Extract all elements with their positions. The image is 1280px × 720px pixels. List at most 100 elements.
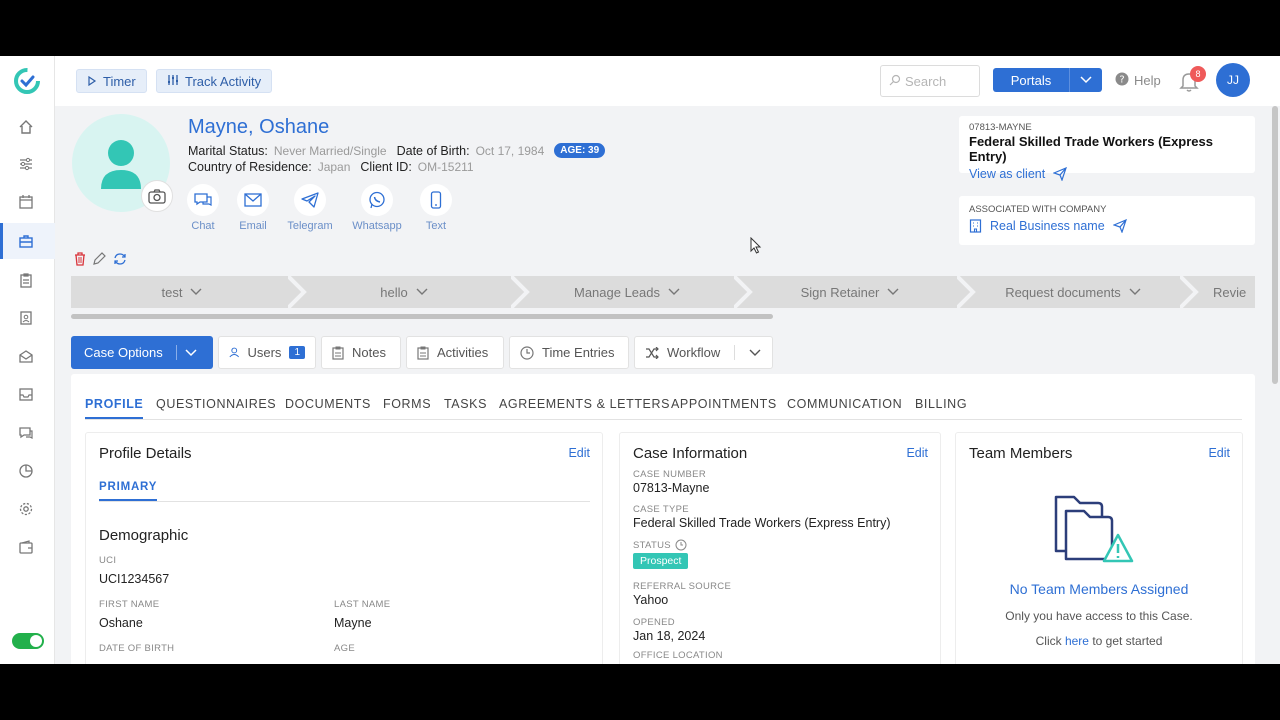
home-icon[interactable] [16, 117, 36, 137]
pencil-icon[interactable] [93, 252, 106, 265]
page-scrollbar[interactable] [1271, 106, 1280, 664]
help-icon: ? [1115, 72, 1129, 89]
user-avatar[interactable]: JJ [1216, 63, 1250, 97]
workflow-button[interactable]: Workflow [634, 336, 773, 369]
case-options-button[interactable]: Case Options [71, 336, 213, 369]
sidebar [0, 56, 55, 664]
tab-forms[interactable]: FORMS [383, 397, 431, 411]
chevron-down-icon [668, 288, 680, 295]
tab-agreements-letters[interactable]: AGREEMENTS & LETTERS [499, 397, 670, 411]
case-type-title: Federal Skilled Trade Workers (Express E… [969, 134, 1213, 164]
tab-profile[interactable]: PROFILE [85, 397, 144, 419]
contact-card-icon[interactable] [16, 308, 36, 328]
track-activity-label: Track Activity [185, 73, 262, 89]
refresh-icon[interactable] [113, 252, 127, 266]
stage-item[interactable]: hello [293, 276, 515, 308]
team-cta-link[interactable]: here [1065, 634, 1089, 648]
calendar-icon[interactable] [16, 192, 36, 212]
telegram-icon [294, 184, 326, 216]
help-button[interactable]: ? Help [1115, 72, 1161, 89]
field-referral: REFERRAL SOURCE Yahoo [633, 581, 731, 607]
demographic-heading: Demographic [99, 527, 189, 544]
age-badge: AGE: 39 [554, 143, 606, 158]
view-as-client-link[interactable]: View as client [969, 167, 1245, 181]
chevron-down-icon[interactable] [1069, 68, 1102, 92]
case-type-label: CASE TYPE [633, 504, 689, 515]
case-info-edit-link[interactable]: Edit [906, 446, 928, 460]
chevron-down-icon [190, 288, 202, 295]
track-activity-button[interactable]: Track Activity [156, 69, 273, 93]
tab-billing[interactable]: BILLING [915, 397, 967, 411]
divider [175, 345, 177, 360]
stage-item[interactable]: Revie [1185, 276, 1255, 308]
chevron-down-icon [887, 288, 899, 295]
messages-icon[interactable] [16, 423, 36, 443]
first-name-value: Oshane [99, 616, 143, 630]
chevron-down-icon [416, 288, 428, 295]
time-entries-button[interactable]: Time Entries [509, 336, 629, 369]
users-button[interactable]: Users 1 [218, 336, 316, 369]
activities-label: Activities [437, 345, 489, 360]
stage-item[interactable]: Request documents [962, 276, 1184, 308]
portals-button[interactable]: Portals [993, 68, 1102, 92]
mail-open-icon[interactable] [16, 346, 36, 366]
chevron-down-icon[interactable] [749, 349, 761, 357]
notes-label: Notes [352, 345, 386, 360]
briefcase-icon[interactable] [16, 231, 36, 251]
field-status: STATUS Prospect [633, 539, 689, 569]
activities-button[interactable]: Activities [406, 336, 504, 369]
team-members-panel: Team Members Edit No Team Members Assign… [955, 432, 1243, 664]
status-label: STATUS [633, 539, 671, 551]
stage-label: test [161, 284, 183, 300]
contact-telegram[interactable]: Telegram [280, 184, 340, 232]
chevron-down-icon[interactable] [185, 348, 197, 357]
sliders-icon[interactable] [16, 154, 36, 174]
referral-label: REFERRAL SOURCE [633, 581, 732, 592]
camera-button[interactable] [141, 180, 173, 212]
dob-label: Date of Birth: [396, 143, 470, 158]
inbox-icon[interactable] [16, 384, 36, 404]
tab-tasks[interactable]: TASKS [444, 397, 487, 411]
page-scrollbar-thumb[interactable] [1272, 106, 1278, 384]
pie-chart-icon[interactable] [16, 461, 36, 481]
tab-documents[interactable]: DOCUMENTS [285, 397, 371, 411]
case-number-value: 07813-Mayne [633, 481, 710, 495]
gear-icon[interactable] [16, 499, 36, 519]
stage-label: Request documents [1005, 284, 1121, 300]
stage-item[interactable]: Manage Leads [516, 276, 738, 308]
theme-toggle[interactable] [12, 633, 44, 649]
dob-field-label: DATE OF BIRTH [99, 643, 175, 654]
search-icon [889, 74, 901, 89]
contact-email-label: Email [239, 220, 267, 232]
tab-questionnaires[interactable]: QUESTIONNAIRES [156, 397, 276, 411]
field-opened: OPENED Jan 18, 2024 [633, 617, 705, 643]
history-icon[interactable] [675, 539, 687, 551]
team-edit-link[interactable]: Edit [1208, 446, 1230, 460]
app-logo-icon[interactable] [14, 68, 40, 94]
contact-chat-label: Chat [191, 220, 215, 232]
whatsapp-icon [361, 184, 393, 216]
tab-appointments[interactable]: APPOINTMENTS [671, 397, 777, 411]
case-information-title: Case Information [633, 445, 748, 462]
chat-icon [187, 184, 219, 216]
stage-item[interactable]: test [71, 276, 293, 308]
contact-email[interactable]: Email [223, 184, 283, 232]
profile-edit-link[interactable]: Edit [568, 446, 590, 460]
portals-label: Portals [1010, 72, 1052, 88]
notification-badge: 8 [1190, 66, 1206, 82]
tab-communication[interactable]: COMMUNICATION [787, 397, 902, 411]
stages-scrollbar[interactable] [71, 314, 773, 319]
trash-icon[interactable] [74, 252, 86, 266]
notes-button[interactable]: Notes [321, 336, 401, 369]
wallet-icon[interactable] [16, 537, 36, 557]
clipboard-icon[interactable] [16, 270, 36, 290]
subtab-primary[interactable]: PRIMARY [99, 481, 158, 501]
stage-item[interactable]: Sign Retainer [739, 276, 961, 308]
divider [734, 345, 736, 360]
contact-whatsapp[interactable]: Whatsapp [347, 184, 407, 232]
company-link[interactable]: Real Business name [969, 219, 1245, 233]
search-input[interactable]: Search [880, 65, 980, 97]
timer-button[interactable]: Timer [76, 69, 147, 93]
contact-text[interactable]: Text [406, 184, 466, 232]
envelope-icon [237, 184, 269, 216]
